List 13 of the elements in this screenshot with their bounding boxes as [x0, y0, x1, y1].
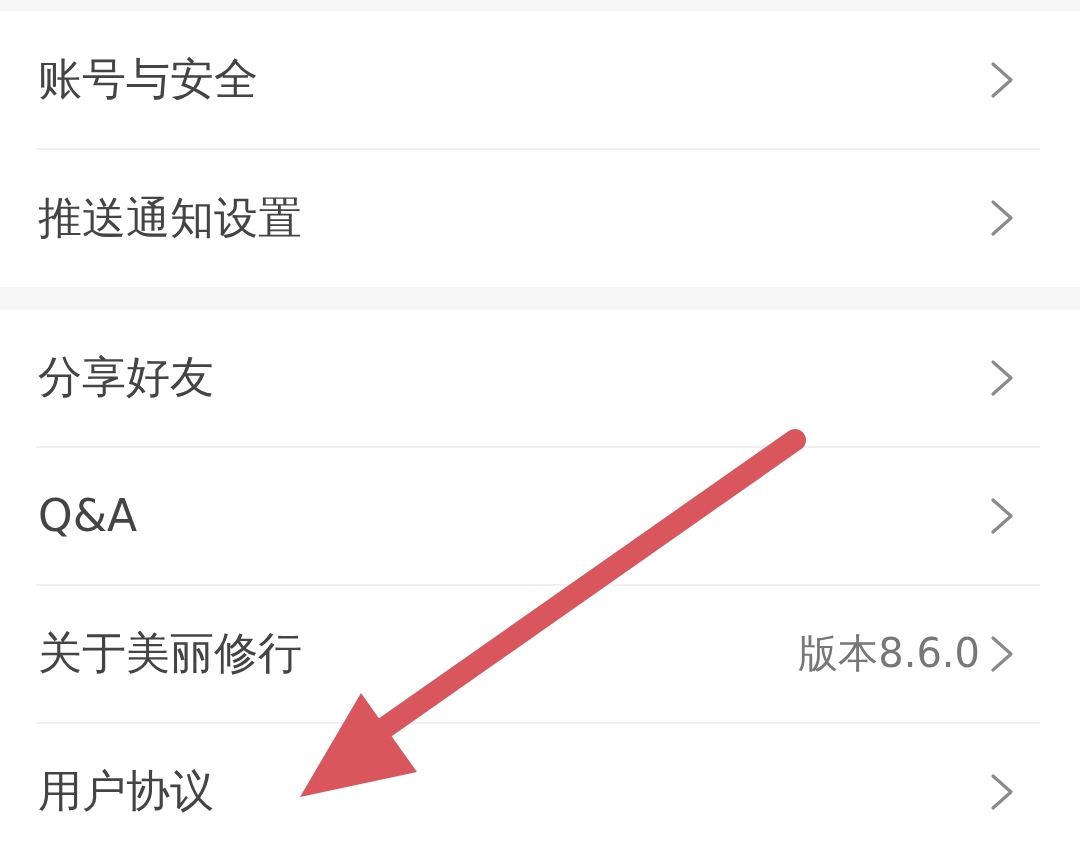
chevron-right-icon — [990, 634, 1014, 673]
chevron-right-icon — [990, 496, 1014, 535]
version-text: 版本8.6.0 — [798, 629, 980, 679]
chevron-right-icon — [990, 358, 1014, 397]
settings-item[interactable]: 推送通知设置 — [0, 149, 1080, 287]
chevron-right-icon — [990, 199, 1014, 237]
chevron-right-icon — [990, 60, 1014, 99]
settings-item[interactable]: 用户协议 — [0, 723, 1080, 860]
settings-item[interactable]: Q&A — [0, 447, 1080, 584]
settings-item[interactable]: 分享好友 — [0, 309, 1080, 446]
settings-item[interactable]: 账号与安全 — [0, 11, 1080, 148]
chevron-right-icon — [990, 772, 1014, 811]
settings-item[interactable]: 关于美丽修行 版本8.6.0 — [0, 585, 1080, 722]
